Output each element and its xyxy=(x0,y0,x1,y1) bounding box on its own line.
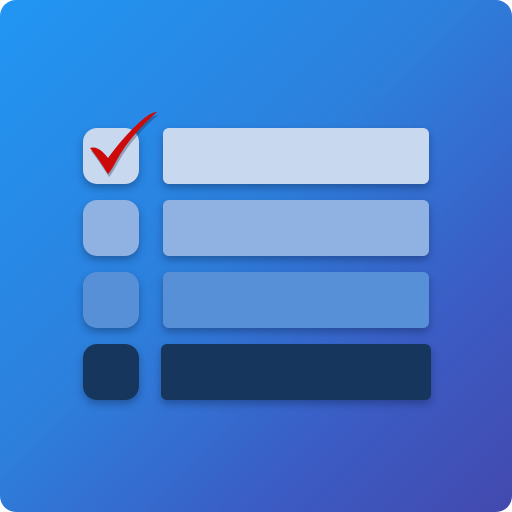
checklist-app-icon xyxy=(0,0,512,512)
checkbox-unchecked xyxy=(83,272,139,328)
task-bar xyxy=(161,344,431,400)
checklist-row xyxy=(0,344,512,400)
checklist-row xyxy=(0,272,512,328)
task-bar xyxy=(163,128,429,184)
task-bar xyxy=(163,272,429,328)
checklist xyxy=(0,0,512,512)
checkbox-checked xyxy=(83,128,139,184)
checkbox-unchecked xyxy=(83,200,139,256)
checklist-row xyxy=(0,128,512,184)
task-bar xyxy=(163,200,429,256)
checkbox-unchecked xyxy=(83,344,139,400)
checklist-row xyxy=(0,200,512,256)
